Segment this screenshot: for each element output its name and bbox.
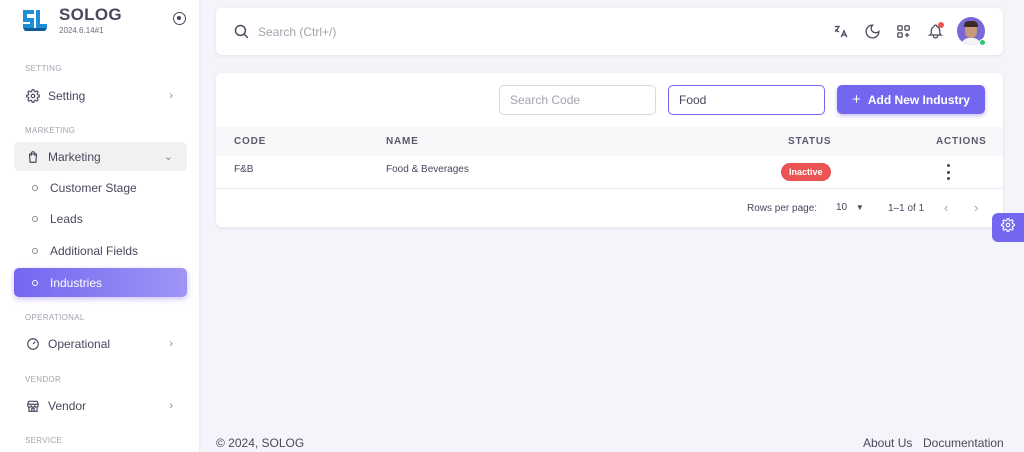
sidebar-item-label: Marketing — [48, 149, 101, 164]
footer-copyright: © 2024, SOLOG — [216, 436, 305, 450]
brand-name: SOLOG — [59, 5, 122, 24]
sidebar-item-setting[interactable]: Setting › — [14, 81, 187, 110]
rows-per-page-select[interactable]: 10 ▼ — [836, 202, 864, 213]
solog-logo — [20, 6, 50, 36]
grid-add-icon[interactable] — [894, 22, 912, 40]
sidebar-subitem-label: Customer Stage — [50, 180, 137, 195]
sidebar-item-label: Operational — [48, 336, 111, 351]
chevron-right-icon: › — [169, 337, 173, 350]
sidebar-subitem-label: Additional Fields — [50, 243, 139, 258]
translate-icon[interactable] — [831, 22, 849, 40]
circle-icon — [32, 215, 38, 222]
table-header: CODE NAME STATUS ACTIONS — [216, 127, 1003, 156]
sidebar-item-label: Setting — [48, 88, 86, 103]
topbar — [216, 8, 1003, 55]
store-icon — [26, 399, 40, 413]
sidebar-subitem-additional-fields[interactable]: Additional Fields — [14, 236, 187, 265]
sidebar-subitem-label: Leads — [50, 211, 83, 226]
sidebar-item-marketing[interactable]: Marketing ⌄ — [14, 142, 187, 171]
pagination-range: 1–1 of 1 — [888, 203, 925, 214]
column-header-code[interactable]: CODE — [234, 136, 266, 147]
global-search-input[interactable] — [258, 22, 558, 42]
plus-icon: + — [852, 91, 861, 108]
column-header-actions: ACTIONS — [936, 136, 987, 147]
footer-link-documentation[interactable]: Documentation — [923, 436, 1004, 450]
section-label-vendor: VENDOR — [25, 375, 62, 384]
sidebar-subitem-label: Industries — [50, 275, 103, 290]
sidebar-pin-icon[interactable] — [173, 12, 186, 25]
column-header-status[interactable]: STATUS — [788, 136, 831, 147]
caret-down-icon: ▼ — [855, 203, 864, 212]
circle-icon — [32, 247, 38, 254]
sidebar-subitem-industries[interactable]: Industries — [14, 268, 187, 297]
chevron-right-icon: › — [169, 399, 173, 412]
footer-link-about-us[interactable]: About Us — [863, 436, 912, 450]
cell-code: F&B — [234, 164, 254, 175]
online-status-dot — [979, 39, 986, 46]
more-vertical-icon[interactable] — [945, 164, 951, 180]
section-label-operational: OPERATIONAL — [25, 313, 85, 322]
gauge-icon — [26, 337, 40, 351]
industries-card: + Add New Industry CODE NAME STATUS ACTI… — [216, 73, 1003, 227]
circle-icon — [32, 184, 38, 191]
shopping-bag-icon — [26, 150, 40, 164]
section-label-service: SERVICE — [25, 436, 63, 445]
sidebar-subitem-leads[interactable]: Leads — [14, 204, 187, 233]
search-icon[interactable] — [233, 23, 250, 45]
cell-name: Food & Beverages — [386, 164, 469, 175]
search-name-input[interactable] — [668, 85, 825, 115]
circle-icon — [32, 279, 38, 286]
gear-icon — [1001, 218, 1015, 237]
sidebar-item-operational[interactable]: Operational › — [14, 329, 187, 358]
theme-customizer-button[interactable] — [992, 213, 1024, 242]
table-row[interactable]: F&B Food & Beverages Inactive — [216, 156, 1003, 189]
sidebar-item-vendor[interactable]: Vendor › — [14, 391, 187, 420]
column-header-name[interactable]: NAME — [386, 136, 419, 147]
section-label-setting: SETTING — [25, 64, 62, 73]
next-page-icon[interactable]: › — [974, 200, 978, 215]
sidebar-item-label: Vendor — [48, 398, 87, 413]
section-label-marketing: MARKETING — [25, 126, 76, 135]
chevron-down-icon: ⌄ — [163, 151, 173, 163]
brand-version: 2024.6.14#1 — [59, 26, 104, 35]
notification-dot — [938, 22, 944, 28]
previous-page-icon[interactable]: ‹ — [944, 200, 948, 215]
chevron-right-icon: › — [169, 89, 173, 102]
sidebar-subitem-customer-stage[interactable]: Customer Stage — [14, 173, 187, 202]
moon-icon[interactable] — [863, 22, 881, 40]
add-new-industry-label: Add New Industry — [867, 92, 970, 107]
status-badge: Inactive — [781, 163, 831, 181]
brand[interactable]: SOLOG 2024.6.14#1 — [20, 6, 122, 36]
sidebar: SOLOG 2024.6.14#1 SETTING Setting › MARK… — [0, 0, 199, 452]
add-new-industry-button[interactable]: + Add New Industry — [837, 85, 985, 114]
gear-icon — [26, 88, 40, 103]
search-code-input[interactable] — [499, 85, 656, 115]
rows-per-page-label: Rows per page: — [747, 203, 818, 214]
rows-per-page-value: 10 — [836, 202, 848, 213]
